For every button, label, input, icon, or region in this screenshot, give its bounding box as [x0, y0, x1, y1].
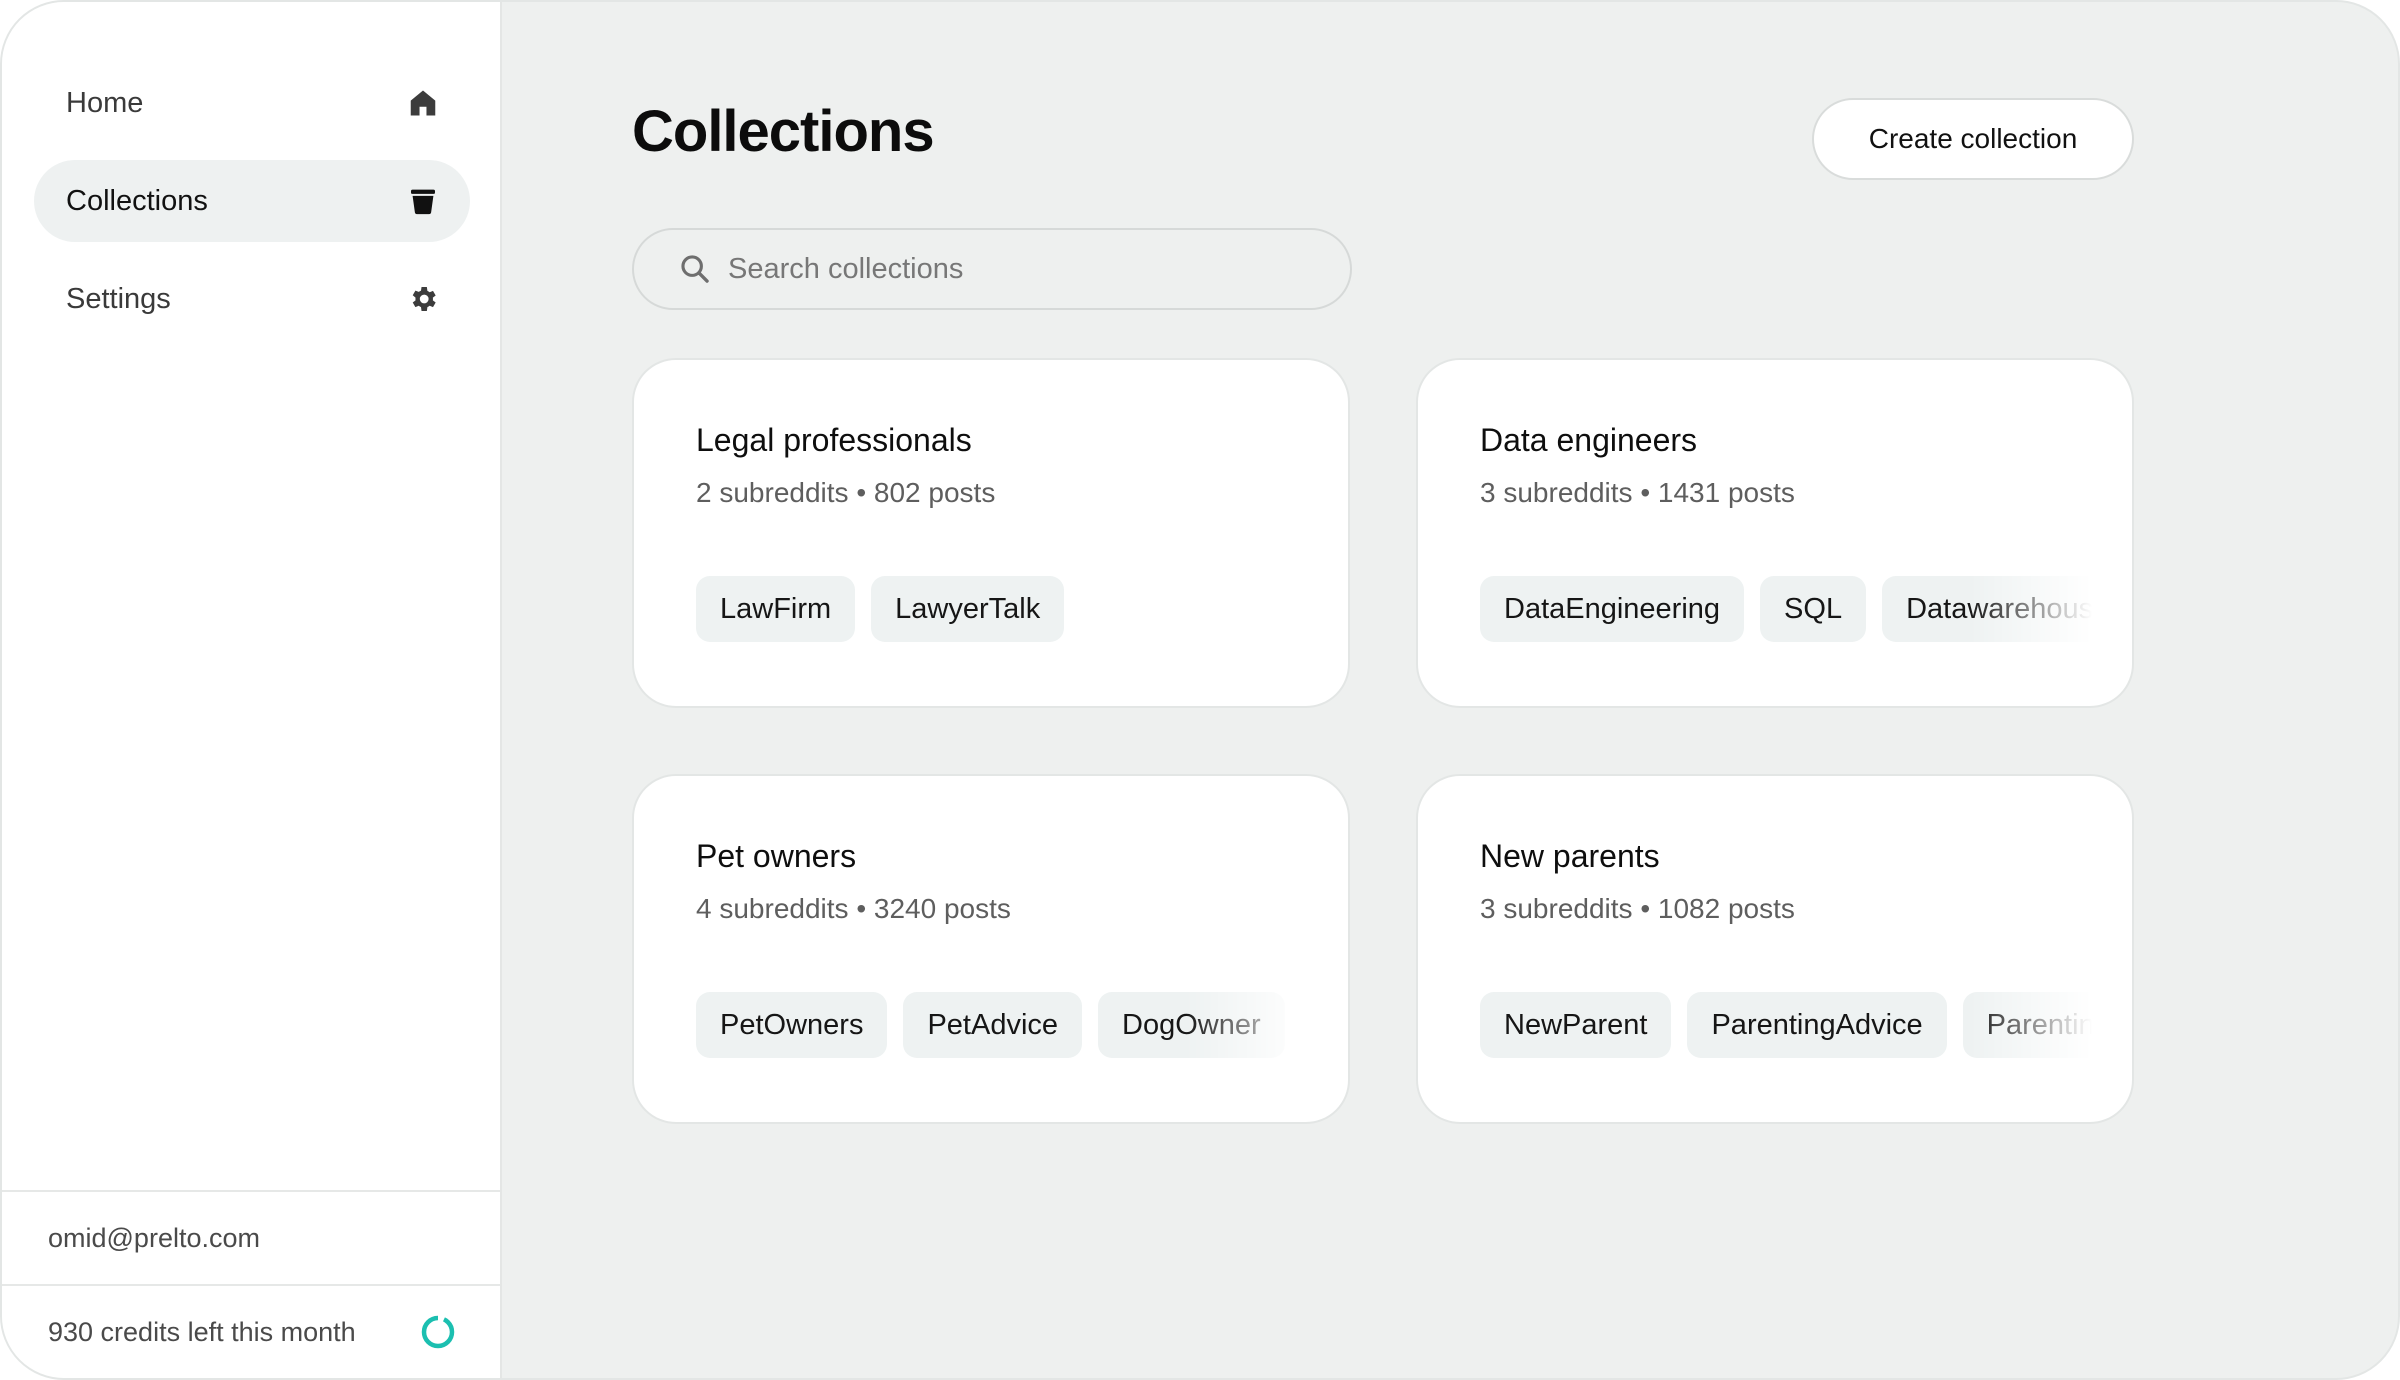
bucket-icon: [406, 184, 440, 218]
collection-card[interactable]: New parents 3 subreddits • 1082 posts Ne…: [1416, 774, 2134, 1124]
user-email: omid@prelto.com: [48, 1222, 260, 1253]
sidebar-item-label: Collections: [66, 184, 208, 217]
collection-card[interactable]: Legal professionals 2 subreddits • 802 p…: [632, 358, 1350, 708]
main-content: Collections Create collection Legal prof…: [502, 2, 2398, 1378]
subreddit-tag: LawFirm: [696, 576, 856, 642]
subreddit-tag: DataEngineering: [1480, 576, 1745, 642]
subreddit-tag: DogOwner: [1098, 992, 1285, 1058]
search-bar[interactable]: [632, 228, 1352, 310]
collection-meta: 4 subreddits • 3240 posts: [696, 893, 1011, 924]
credits-row: 930 credits left this month: [2, 1284, 500, 1378]
credits-text: 930 credits left this month: [48, 1316, 356, 1347]
collection-meta: 3 subreddits • 1431 posts: [1480, 477, 1795, 508]
sidebar-item-label: Settings: [66, 282, 171, 315]
subreddit-tag: NewParent: [1480, 992, 1672, 1058]
subreddit-tag: PetOwners: [696, 992, 888, 1058]
subreddit-tag: Datawarehouse: [1882, 576, 2092, 642]
collection-card[interactable]: Pet owners 4 subreddits • 3240 posts Pet…: [632, 774, 1350, 1124]
sidebar-item-label: Home: [66, 86, 144, 119]
collection-card[interactable]: Data engineers 3 subreddits • 1431 posts…: [1416, 358, 2134, 708]
page-title: Collections: [632, 99, 935, 164]
sidebar-nav: Home Collections Settings: [34, 62, 470, 356]
credits-progress-ring-icon: [421, 1315, 455, 1349]
user-account[interactable]: omid@prelto.com: [2, 1190, 500, 1284]
collection-title: Pet owners: [696, 838, 857, 874]
sidebar: Home Collections Settings omid@prelto.co…: [2, 2, 502, 1378]
subreddit-tag: LawyerTalk: [871, 576, 1065, 642]
subreddit-tag: PetAdvice: [903, 992, 1083, 1058]
subreddit-tags: PetOwners PetAdvice DogOwner: [696, 992, 1308, 1058]
gear-icon: [406, 282, 440, 316]
collection-meta: 2 subreddits • 802 posts: [696, 477, 996, 508]
collection-grid: Legal professionals 2 subreddits • 802 p…: [632, 358, 2134, 1124]
search-input[interactable]: [728, 252, 1288, 286]
sidebar-footer: omid@prelto.com 930 credits left this mo…: [2, 1190, 500, 1378]
subreddit-tag: ParentingAdvice: [1687, 992, 1947, 1058]
collection-meta: 3 subreddits • 1082 posts: [1480, 893, 1795, 924]
subreddit-tag: SQL: [1760, 576, 1867, 642]
subreddit-tag: Parenting: [1962, 992, 2092, 1058]
collection-title: Data engineers: [1480, 422, 1698, 458]
search-icon: [681, 255, 709, 283]
home-icon: [406, 86, 440, 120]
sidebar-item-collections[interactable]: Collections: [34, 160, 470, 242]
sidebar-item-settings[interactable]: Settings: [34, 258, 470, 340]
collection-title: Legal professionals: [696, 422, 972, 458]
sidebar-item-home[interactable]: Home: [34, 62, 470, 144]
subreddit-tags: LawFirm LawyerTalk: [696, 576, 1308, 642]
app-window: Home Collections Settings omid@prelto.co…: [0, 0, 2400, 1380]
subreddit-tags: NewParent ParentingAdvice Parenting: [1480, 992, 2092, 1058]
subreddit-tags: DataEngineering SQL Datawarehouse: [1480, 576, 2092, 642]
collection-title: New parents: [1480, 838, 1660, 874]
create-collection-button[interactable]: Create collection: [1812, 98, 2134, 180]
